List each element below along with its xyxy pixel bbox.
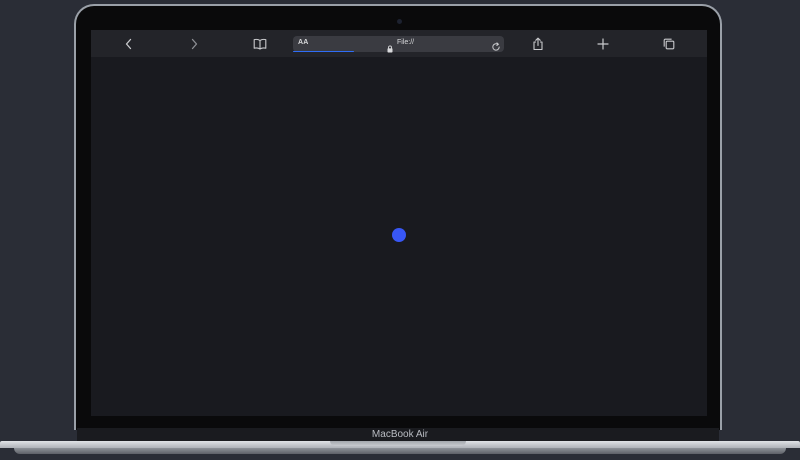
address-bar[interactable]: AA File:// bbox=[293, 36, 504, 53]
tabs-icon bbox=[663, 38, 675, 50]
book-icon bbox=[253, 38, 267, 50]
new-tab-button[interactable] bbox=[592, 33, 614, 55]
scene: AA File:// MacBook Air bbox=[0, 0, 800, 460]
bookmarks-button[interactable] bbox=[249, 33, 271, 55]
browser-window: AA File:// bbox=[91, 30, 707, 416]
chevron-left-icon bbox=[124, 38, 134, 50]
page-load-progress bbox=[293, 50, 355, 52]
laptop-lid: AA File:// bbox=[74, 4, 722, 430]
plus-icon bbox=[597, 38, 609, 50]
laptop-notch bbox=[330, 441, 466, 446]
browser-toolbar: AA File:// bbox=[91, 30, 707, 57]
camera-dot bbox=[397, 19, 402, 24]
lock-icon bbox=[387, 40, 393, 58]
laptop-base-bottom bbox=[14, 448, 786, 454]
share-icon bbox=[532, 37, 544, 51]
reader-button[interactable]: AA bbox=[298, 39, 309, 46]
share-button[interactable] bbox=[527, 33, 549, 55]
loading-dot bbox=[392, 228, 406, 242]
url-text: File:// bbox=[397, 39, 415, 46]
device-label: MacBook Air bbox=[371, 429, 429, 440]
chevron-right-icon bbox=[189, 38, 199, 50]
reload-icon[interactable] bbox=[491, 39, 501, 57]
tabs-overview-button[interactable] bbox=[658, 33, 680, 55]
forward-button[interactable] bbox=[183, 33, 205, 55]
back-button[interactable] bbox=[118, 33, 140, 55]
